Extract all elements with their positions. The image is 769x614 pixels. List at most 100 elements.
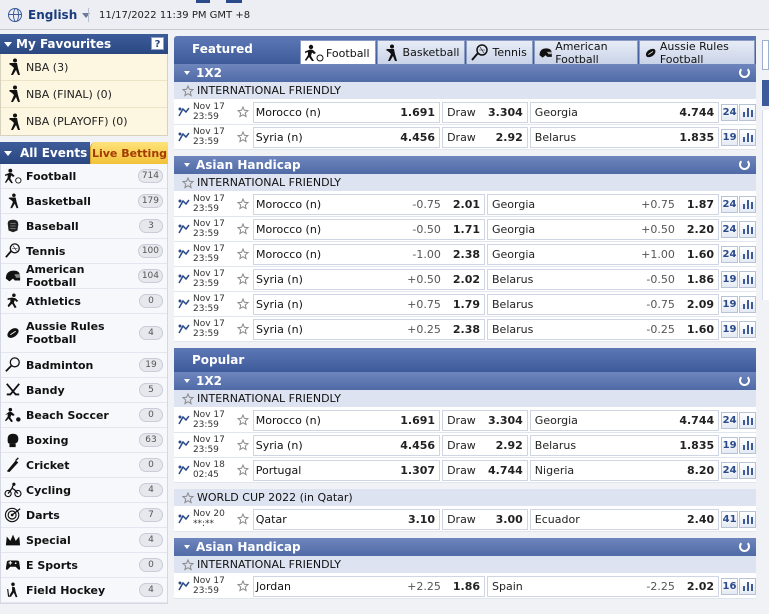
home-odds-cell[interactable]: Jordan +2.25 1.86 <box>253 575 485 597</box>
statistics-icon[interactable] <box>739 220 756 238</box>
refresh-icon[interactable] <box>739 159 750 170</box>
statistics-icon[interactable] <box>739 577 756 595</box>
star-icon[interactable] <box>236 414 249 426</box>
away-odds-cell[interactable]: Georgia +0.75 1.87 <box>487 193 719 215</box>
star-icon[interactable] <box>236 513 249 525</box>
statistics-icon[interactable] <box>739 103 756 121</box>
favourite-item[interactable]: NBA (PLAYOFF) (0) <box>1 108 167 135</box>
live-stream-icon[interactable] <box>177 198 191 210</box>
section-header-asian-handicap[interactable]: Asian Handicap <box>174 156 756 174</box>
live-betting-tab[interactable]: Live Betting <box>90 142 168 164</box>
away-odds-cell[interactable]: Georgia 4.744 <box>529 101 720 123</box>
live-stream-icon[interactable] <box>177 414 191 426</box>
away-odds-cell[interactable]: Georgia 4.744 <box>529 409 720 431</box>
draw-odds-cell[interactable]: Draw 2.92 <box>442 126 528 148</box>
favourites-header[interactable]: My Favourites ? <box>0 34 168 54</box>
star-icon[interactable] <box>237 580 249 592</box>
sidebar-item-sport[interactable]: Football 714 <box>1 164 167 189</box>
help-icon[interactable]: ? <box>151 37 164 50</box>
star-icon[interactable] <box>182 558 194 571</box>
sidebar-item-sport[interactable]: Basketball 179 <box>1 189 167 214</box>
more-markets-button[interactable]: 19 <box>721 436 739 454</box>
more-markets-button[interactable]: 19 <box>721 270 738 288</box>
away-odds-cell[interactable]: Georgia +1.00 1.60 <box>487 243 719 265</box>
live-stream-icon[interactable] <box>177 131 191 143</box>
more-markets-button[interactable]: 24 <box>721 195 738 213</box>
sidebar-item-sport[interactable]: Special 4 <box>1 528 167 553</box>
draw-odds-cell[interactable]: Draw 4.744 <box>442 459 528 481</box>
sidebar-item-sport[interactable]: Boxing 63 <box>1 428 167 453</box>
sidebar-item-sport[interactable]: Beach Soccer 0 <box>1 403 167 428</box>
all-events-tab[interactable]: All Events <box>0 142 90 164</box>
live-stream-icon[interactable] <box>177 273 191 285</box>
star-icon[interactable] <box>237 223 249 235</box>
more-markets-button[interactable]: 24 <box>721 245 738 263</box>
favourite-item[interactable]: NBA (FINAL) (0) <box>1 81 167 108</box>
sidebar-item-sport[interactable]: E Sports 0 <box>1 553 167 578</box>
refresh-icon[interactable] <box>739 67 750 78</box>
away-odds-cell[interactable]: Belarus -0.75 2.09 <box>487 293 719 315</box>
statistics-icon[interactable] <box>739 245 756 263</box>
draw-odds-cell[interactable]: Draw 3.304 <box>442 101 528 123</box>
home-odds-cell[interactable]: Syria (n) +0.75 1.79 <box>253 293 485 315</box>
draw-odds-cell[interactable]: Draw 2.92 <box>442 434 528 456</box>
refresh-icon[interactable] <box>739 375 750 386</box>
more-markets-button[interactable]: 24 <box>721 411 739 429</box>
star-icon[interactable] <box>182 176 194 189</box>
statistics-icon[interactable] <box>739 461 756 479</box>
live-stream-icon[interactable] <box>177 106 191 118</box>
tab-tennis[interactable]: Tennis <box>466 40 533 64</box>
language-selector[interactable]: English <box>8 8 91 22</box>
live-stream-icon[interactable] <box>177 464 191 476</box>
section-header-1x2[interactable]: 1X2 <box>174 64 756 82</box>
sidebar-item-sport[interactable]: Darts 7 <box>1 503 167 528</box>
more-markets-button[interactable]: 19 <box>721 128 739 146</box>
sidebar-item-sport[interactable]: Bandy 5 <box>1 378 167 403</box>
sidebar-item-sport[interactable]: Athletics 0 <box>1 289 167 314</box>
statistics-icon[interactable] <box>739 270 756 288</box>
home-odds-cell[interactable]: Qatar 3.10 <box>252 508 441 530</box>
live-stream-icon[interactable] <box>177 323 191 335</box>
home-odds-cell[interactable]: Morocco (n) -0.75 2.01 <box>253 193 485 215</box>
more-markets-button[interactable]: 41 <box>721 510 739 528</box>
star-icon[interactable] <box>237 323 249 335</box>
home-odds-cell[interactable]: Syria (n) +0.25 2.38 <box>253 318 485 340</box>
statistics-icon[interactable] <box>739 295 756 313</box>
home-odds-cell[interactable]: Portugal 1.307 <box>252 459 441 481</box>
section-header-1x2[interactable]: 1X2 <box>174 372 756 390</box>
live-stream-icon[interactable] <box>177 580 191 592</box>
live-stream-icon[interactable] <box>177 298 191 310</box>
away-odds-cell[interactable]: Ecuador 2.40 <box>529 508 720 530</box>
refresh-icon[interactable] <box>739 541 750 552</box>
tab-aussie-rules-football[interactable]: Aussie Rules Football <box>638 40 755 66</box>
star-icon[interactable] <box>182 491 194 504</box>
away-odds-cell[interactable]: Belarus -0.50 1.86 <box>487 268 719 290</box>
live-stream-icon[interactable] <box>177 248 191 260</box>
home-odds-cell[interactable]: Morocco (n) -1.00 2.38 <box>253 243 485 265</box>
more-markets-button[interactable]: 24 <box>721 461 739 479</box>
more-markets-button[interactable]: 16 <box>721 577 738 595</box>
star-icon[interactable] <box>236 106 249 118</box>
star-icon[interactable] <box>236 439 249 451</box>
statistics-icon[interactable] <box>739 128 756 146</box>
sidebar-item-sport[interactable]: Baseball 3 <box>1 214 167 239</box>
more-markets-button[interactable]: 24 <box>721 103 739 121</box>
home-odds-cell[interactable]: Morocco (n) -0.50 1.71 <box>253 218 485 240</box>
statistics-icon[interactable] <box>739 320 756 338</box>
star-icon[interactable] <box>237 198 249 210</box>
sidebar-item-sport[interactable]: Cycling 4 <box>1 478 167 503</box>
home-odds-cell[interactable]: Syria (n) +0.50 2.02 <box>253 268 485 290</box>
sidebar-item-sport[interactable]: Aussie Rules Football 4 <box>1 314 167 353</box>
star-icon[interactable] <box>237 248 249 260</box>
star-icon[interactable] <box>237 298 249 310</box>
sidebar-item-sport[interactable]: American Football 104 <box>1 263 167 289</box>
live-stream-icon[interactable] <box>177 513 191 525</box>
sidebar-item-sport[interactable]: Cricket 0 <box>1 453 167 478</box>
sidebar-item-sport[interactable]: Badminton 19 <box>1 353 167 378</box>
home-odds-cell[interactable]: Morocco (n) 1.691 <box>252 409 441 431</box>
statistics-icon[interactable] <box>739 436 756 454</box>
favourite-item[interactable]: NBA (3) <box>1 54 167 81</box>
star-icon[interactable] <box>182 84 194 97</box>
more-markets-button[interactable]: 19 <box>721 320 738 338</box>
statistics-icon[interactable] <box>739 195 756 213</box>
